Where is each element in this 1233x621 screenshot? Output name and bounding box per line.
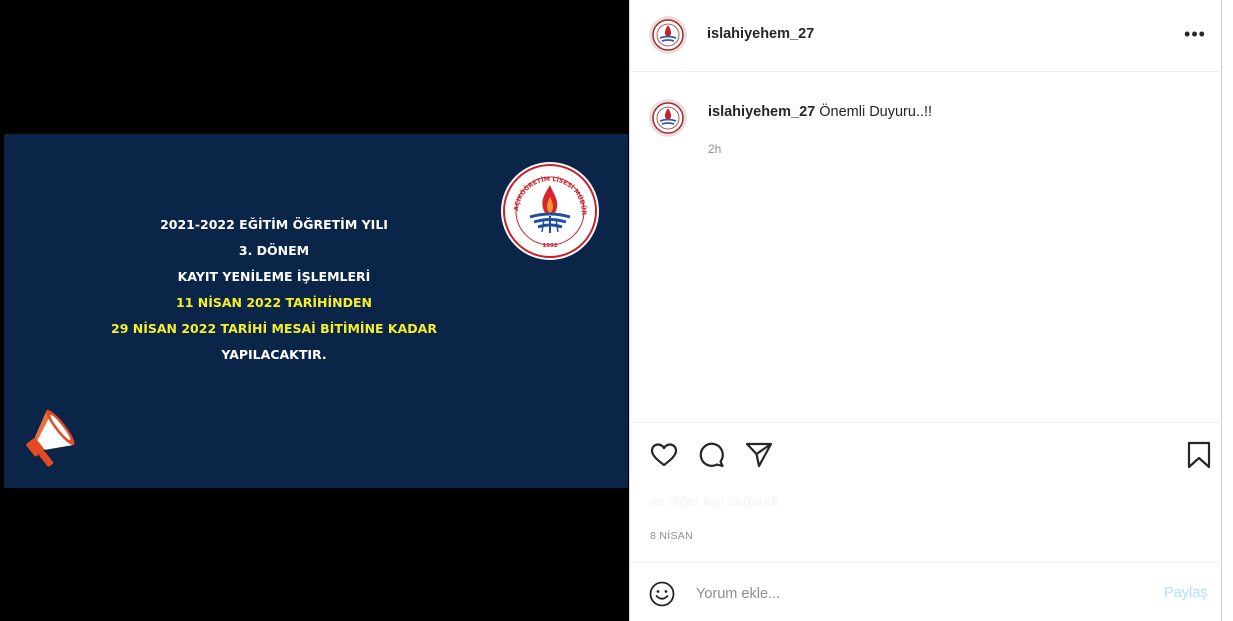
announcement-line: 2021-2022 EĞİTİM ÖĞRETİM YILI bbox=[160, 217, 388, 232]
announcement-line: KAYIT YENİLEME İŞLEMLERİ bbox=[177, 269, 371, 284]
announcement-line: YAPILACAKTIR. bbox=[221, 347, 327, 362]
announcement-line: 3. DÖNEM bbox=[238, 243, 310, 258]
caption-username-link[interactable]: islahiyehem_27 bbox=[708, 104, 815, 120]
avatar-logo-icon bbox=[649, 99, 687, 137]
avatar-logo-icon bbox=[649, 16, 687, 54]
comment-icon[interactable] bbox=[696, 440, 726, 470]
caption-timestamp[interactable]: 2h bbox=[708, 142, 721, 156]
caption-body: Önemli Duyuru..!! bbox=[819, 104, 933, 120]
paper-plane-icon[interactable] bbox=[744, 440, 774, 470]
author-username-link[interactable]: islahiyehem_27 bbox=[707, 26, 814, 42]
announcement-slide: 2021-2022 EĞİTİM ÖĞRETİM YILI 3. DÖNEM K… bbox=[4, 134, 628, 488]
likes-summary[interactable]: ve diğer kişi beğendi bbox=[650, 493, 778, 509]
announcement-line: 29 NİSAN 2022 TARİHİ MESAİ BİTİMİNE KADA… bbox=[111, 321, 437, 336]
school-emblem-logo: AÇIKÖĞRETİM LİSESİ MÜDÜRLÜĞÜ 1992 bbox=[500, 161, 599, 260]
post-details-pane: islahiyehem_27 ••• islahiyehem_27 Önemli… bbox=[629, 0, 1223, 621]
announcement-text: 2021-2022 EĞİTİM ÖĞRETİM YILI 3. DÖNEM K… bbox=[94, 212, 454, 368]
emblem-year: 1992 bbox=[542, 243, 557, 249]
bookmark-icon[interactable] bbox=[1184, 440, 1214, 470]
author-avatar[interactable] bbox=[649, 16, 687, 54]
post-caption-section: islahiyehem_27 Önemli Duyuru..!! 2h bbox=[630, 72, 1223, 422]
caption-author-avatar[interactable] bbox=[649, 99, 687, 137]
smiley-icon[interactable] bbox=[649, 581, 675, 607]
more-options-icon[interactable]: ••• bbox=[1180, 22, 1210, 46]
post-comment-button[interactable]: Paylaş bbox=[1164, 585, 1208, 601]
comment-input[interactable] bbox=[696, 581, 1136, 607]
announcement-line: 11 NİSAN 2022 TARİHİNDEN bbox=[176, 295, 372, 310]
heart-icon[interactable] bbox=[649, 440, 679, 470]
post-date[interactable]: 8 NİSAN bbox=[650, 530, 693, 542]
add-comment-bar: Paylaş bbox=[630, 562, 1223, 621]
post-actions-section: ve diğer kişi beğendi 8 NİSAN bbox=[630, 422, 1223, 562]
megaphone-icon bbox=[26, 409, 75, 467]
post-media-pane: 2021-2022 EĞİTİM ÖĞRETİM YILI 3. DÖNEM K… bbox=[0, 0, 629, 621]
caption-text: islahiyehem_27 Önemli Duyuru..!! bbox=[708, 104, 932, 120]
post-header: islahiyehem_27 ••• bbox=[630, 0, 1223, 72]
